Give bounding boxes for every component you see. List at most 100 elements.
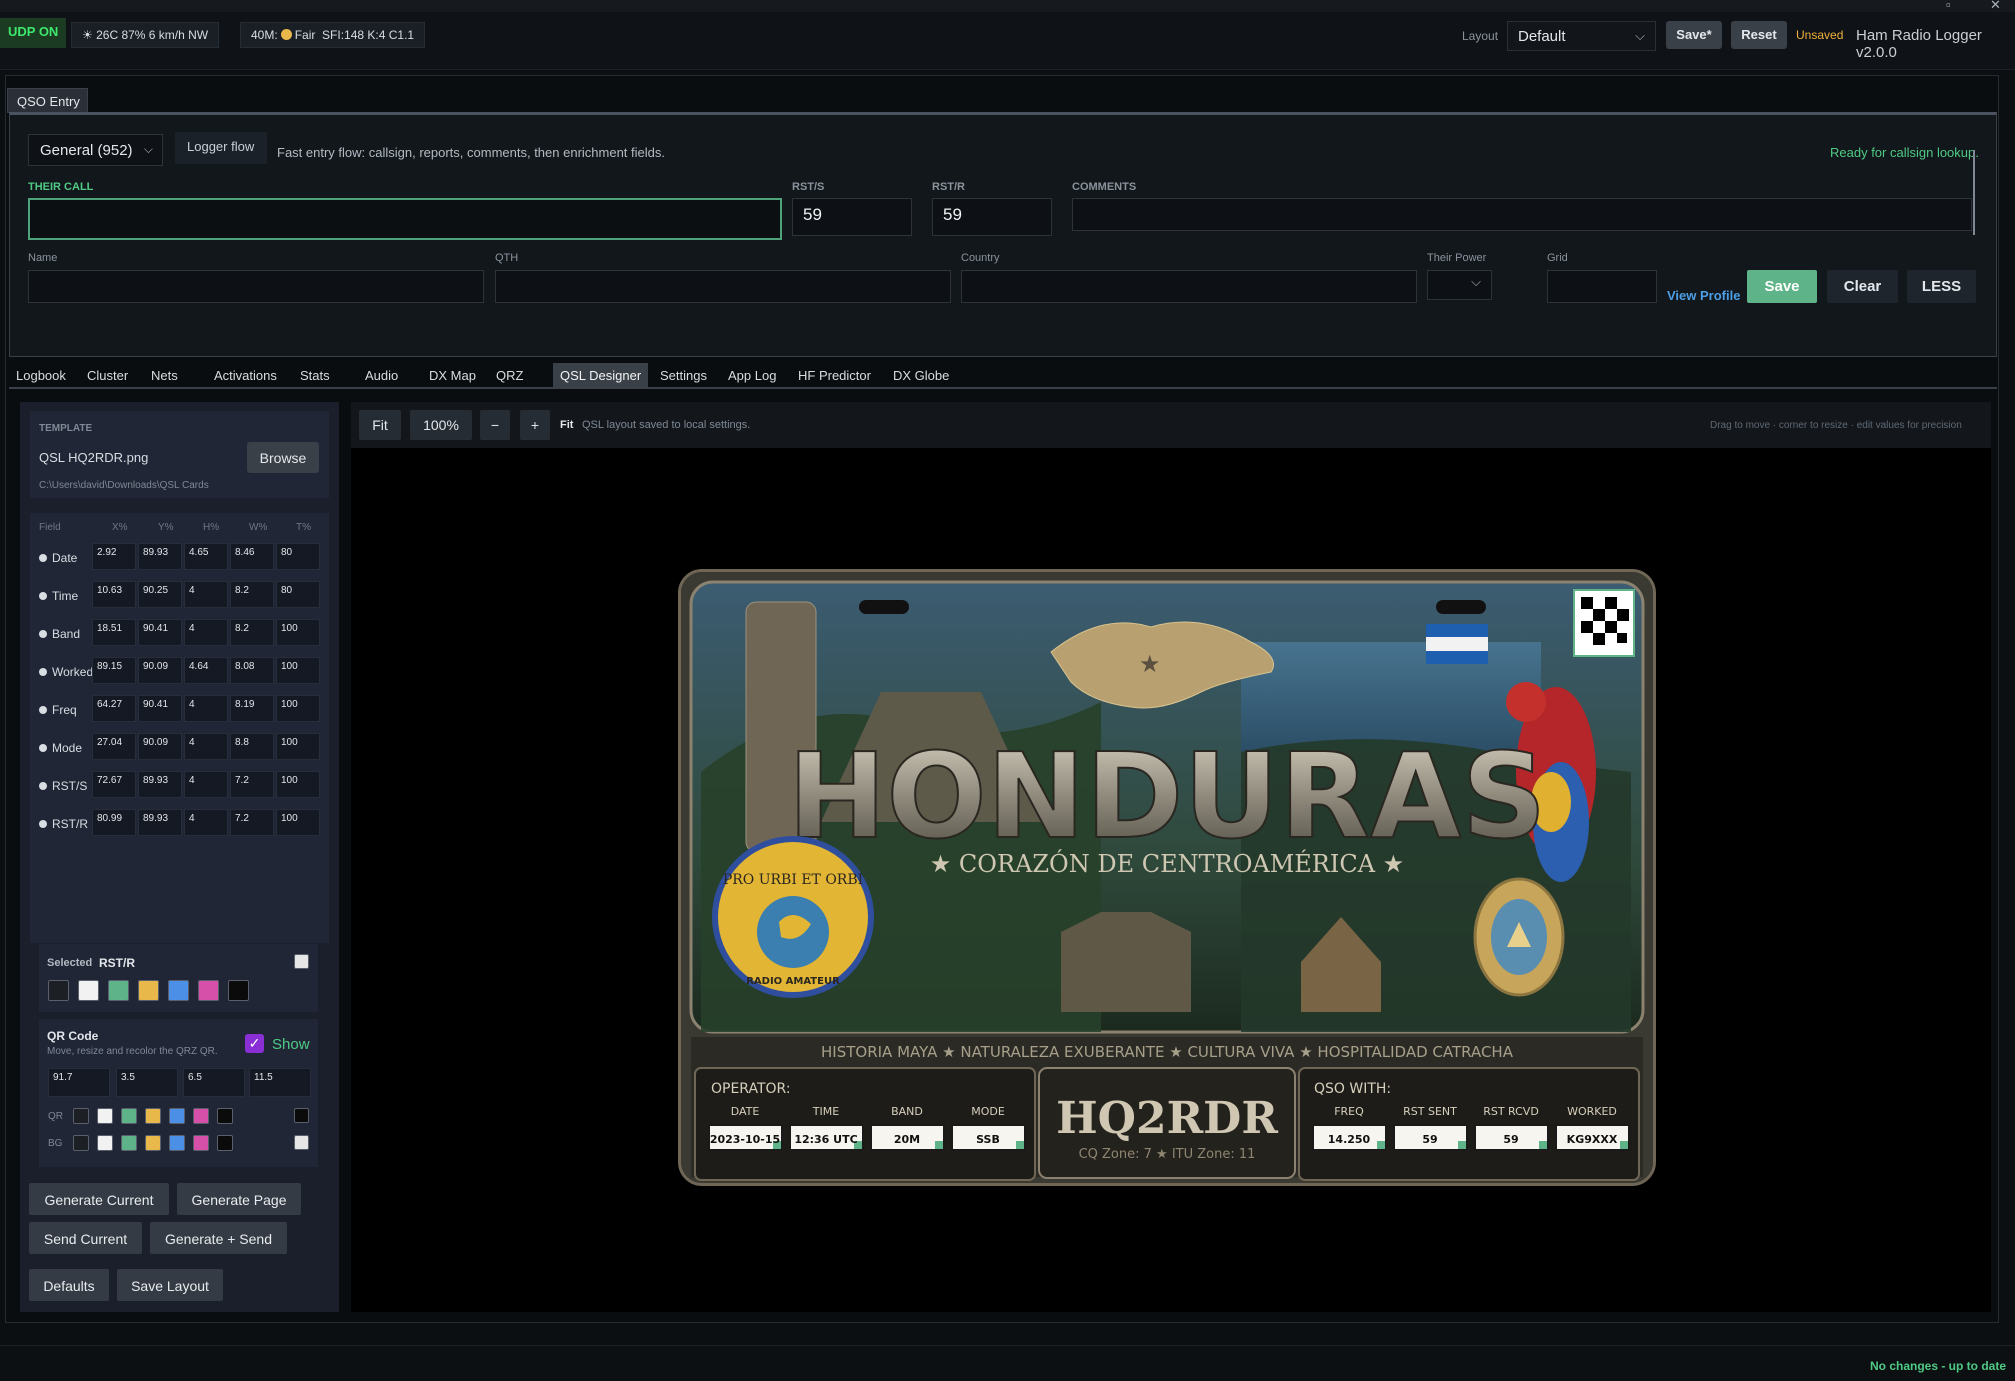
card-value-cell[interactable]: 2023-10-15 <box>710 1133 780 1146</box>
selected-color-indicator[interactable] <box>294 954 309 969</box>
field-row-rsts[interactable]: RST/S <box>39 779 87 793</box>
field-h-input[interactable]: 4 <box>184 771 228 798</box>
field-row-freq[interactable]: Freq <box>39 703 77 717</box>
tab-settings[interactable]: Settings <box>653 363 714 387</box>
field-row-band[interactable]: Band <box>39 627 80 641</box>
field-w-input[interactable]: 8.2 <box>230 619 274 646</box>
reset-button[interactable]: Reset <box>1731 21 1787 49</box>
field-t-input[interactable]: 100 <box>276 809 320 836</box>
qr-show-checkbox[interactable]: ✓ <box>245 1034 264 1053</box>
qth-input[interactable] <box>495 270 951 303</box>
field-y-input[interactable]: 90.25 <box>138 581 182 608</box>
card-value-cell[interactable]: 14.250 <box>1328 1133 1371 1146</box>
field-t-input[interactable]: 80 <box>276 543 320 570</box>
tab-qso-entry[interactable]: QSO Entry <box>7 88 88 113</box>
bg-color-swatch[interactable] <box>121 1135 137 1151</box>
qr-color-swatch[interactable] <box>217 1108 233 1124</box>
bg-color-swatch[interactable] <box>217 1135 233 1151</box>
field-y-input[interactable]: 90.09 <box>138 733 182 760</box>
tab-qrz[interactable]: QRZ <box>489 363 530 387</box>
field-row-mode[interactable]: Mode <box>39 741 82 755</box>
field-w-input[interactable]: 8.19 <box>230 695 274 722</box>
generate-send-button[interactable]: Generate + Send <box>150 1222 287 1254</box>
card-value-cell[interactable]: 20M <box>894 1133 920 1146</box>
zoom-level-button[interactable]: 100% <box>410 410 472 440</box>
field-y-input[interactable]: 89.93 <box>138 543 182 570</box>
restore-icon[interactable]: ▫ <box>1946 0 1951 12</box>
qr-h-input[interactable]: 6.5 <box>183 1068 245 1097</box>
resize-handle[interactable] <box>1458 1141 1466 1149</box>
browse-button[interactable]: Browse <box>247 442 319 473</box>
resize-handle[interactable] <box>1016 1141 1024 1149</box>
field-x-input[interactable]: 18.51 <box>92 619 136 646</box>
tab-dx-globe[interactable]: DX Globe <box>886 363 956 387</box>
qr-y-input[interactable]: 3.5 <box>116 1068 178 1097</box>
save-qso-button[interactable]: Save <box>1747 270 1817 303</box>
bg-color-swatch[interactable] <box>169 1135 185 1151</box>
field-row-worked[interactable]: Worked <box>39 665 93 679</box>
field-h-input[interactable]: 4 <box>184 733 228 760</box>
rst-sent-input[interactable]: 59 <box>792 198 912 236</box>
field-x-input[interactable]: 72.67 <box>92 771 136 798</box>
fit-button[interactable]: Fit <box>359 410 401 440</box>
less-button[interactable]: LESS <box>1907 270 1976 303</box>
qr-color-swatch[interactable] <box>145 1108 161 1124</box>
field-x-input[interactable]: 80.99 <box>92 809 136 836</box>
qr-x-input[interactable]: 91.7 <box>48 1068 110 1097</box>
resize-handle[interactable] <box>1377 1141 1385 1149</box>
card-value-cell[interactable]: 59 <box>1503 1133 1518 1146</box>
generate-page-button[interactable]: Generate Page <box>177 1183 301 1215</box>
qr-color-swatch[interactable] <box>193 1108 209 1124</box>
field-t-input[interactable]: 100 <box>276 619 320 646</box>
color-swatch[interactable] <box>108 980 129 1001</box>
send-current-button[interactable]: Send Current <box>29 1222 142 1254</box>
field-y-input[interactable]: 89.93 <box>138 771 182 798</box>
field-row-time[interactable]: Time <box>39 589 78 603</box>
resize-handle[interactable] <box>935 1141 943 1149</box>
field-t-input[interactable]: 100 <box>276 695 320 722</box>
field-x-input[interactable]: 27.04 <box>92 733 136 760</box>
field-x-input[interactable]: 10.63 <box>92 581 136 608</box>
qr-w-input[interactable]: 11.5 <box>249 1068 311 1097</box>
field-w-input[interactable]: 7.2 <box>230 771 274 798</box>
qr-color-swatch[interactable] <box>73 1108 89 1124</box>
field-y-input[interactable]: 90.09 <box>138 657 182 684</box>
field-h-input[interactable]: 4 <box>184 581 228 608</box>
country-input[interactable] <box>961 270 1417 303</box>
save-layout-button[interactable]: Save Layout <box>117 1269 223 1301</box>
card-value-cell[interactable]: SSB <box>976 1133 1000 1146</box>
qr-color-swatch[interactable] <box>169 1108 185 1124</box>
field-row-date[interactable]: Date <box>39 551 77 565</box>
field-h-input[interactable]: 4 <box>184 695 228 722</box>
card-value-cell[interactable]: KG9XXX <box>1567 1133 1618 1146</box>
defaults-button[interactable]: Defaults <box>29 1269 109 1301</box>
zoom-in-button[interactable]: + <box>520 410 550 440</box>
tab-stats[interactable]: Stats <box>293 363 337 387</box>
color-swatch[interactable] <box>168 980 189 1001</box>
bg-color-swatch[interactable] <box>97 1135 113 1151</box>
view-profile-link[interactable]: View Profile <box>1667 288 1740 303</box>
qr-color-swatch[interactable] <box>97 1108 113 1124</box>
tab-audio[interactable]: Audio <box>358 363 405 387</box>
qsl-card-preview[interactable]: ★ HONDURAS ★ CORAZÓN DE CENTROAMÉRICA ★ <box>678 569 1656 1186</box>
bg-color-swatch[interactable] <box>73 1135 89 1151</box>
tab-qsl-designer[interactable]: QSL Designer <box>553 363 649 387</box>
field-w-input[interactable]: 8.08 <box>230 657 274 684</box>
field-h-input[interactable]: 4 <box>184 619 228 646</box>
bg-current-color[interactable] <box>294 1135 309 1150</box>
tab-hf-predictor[interactable]: HF Predictor <box>791 363 878 387</box>
color-swatch[interactable] <box>48 980 69 1001</box>
field-w-input[interactable]: 8.46 <box>230 543 274 570</box>
clear-button[interactable]: Clear <box>1827 270 1898 303</box>
field-h-input[interactable]: 4.65 <box>184 543 228 570</box>
comments-input[interactable] <box>1072 198 1972 231</box>
field-w-input[interactable]: 8.2 <box>230 581 274 608</box>
field-x-input[interactable]: 64.27 <box>92 695 136 722</box>
color-swatch[interactable] <box>198 980 219 1001</box>
field-w-input[interactable]: 8.8 <box>230 733 274 760</box>
grid-input[interactable] <box>1547 270 1657 303</box>
field-h-input[interactable]: 4 <box>184 809 228 836</box>
their-call-input[interactable] <box>28 198 782 240</box>
card-value-cell[interactable]: 59 <box>1422 1133 1437 1146</box>
save-layout-top-button[interactable]: Save* <box>1666 21 1722 49</box>
